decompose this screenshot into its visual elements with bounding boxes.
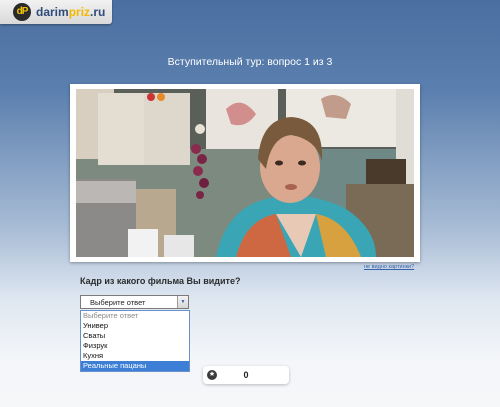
option-kukhnya[interactable]: Кухня bbox=[81, 351, 189, 361]
no-image-link[interactable]: не видно картинки? bbox=[364, 264, 414, 270]
logo-text: darimpriz.ru bbox=[36, 5, 105, 19]
round-title: Вступительный тур: вопрос 1 из 3 bbox=[167, 56, 333, 68]
score-box: ★ 0 bbox=[203, 366, 289, 384]
dropdown-arrow-icon[interactable]: ▼ bbox=[177, 296, 188, 308]
answer-dropdown-list: Выберите ответ Универ Сваты Физрук Кухня… bbox=[80, 310, 190, 372]
logo-icon: dP bbox=[13, 3, 31, 21]
option-fizruk[interactable]: Физрук bbox=[81, 341, 189, 351]
option-realnye-patsany[interactable]: Реальные пацаны bbox=[81, 361, 189, 371]
question-text: Кадр из какого фильма Вы видите? bbox=[80, 276, 241, 286]
movie-frame-image bbox=[76, 89, 414, 257]
score-value: 0 bbox=[243, 370, 249, 380]
logo-name-part2: .ru bbox=[90, 5, 106, 19]
logo-name-highlight: priz bbox=[68, 5, 91, 19]
answer-select-value: Выберите ответ bbox=[90, 298, 146, 307]
answer-select[interactable]: Выберите ответ ▼ bbox=[80, 295, 189, 309]
option-univer[interactable]: Универ bbox=[81, 321, 189, 331]
option-svaty[interactable]: Сваты bbox=[81, 331, 189, 341]
photo-frame bbox=[70, 84, 420, 262]
site-logo[interactable]: dP darimpriz.ru bbox=[0, 0, 112, 24]
logo-name-part1: darim bbox=[36, 5, 69, 19]
option-placeholder: Выберите ответ bbox=[83, 311, 139, 320]
